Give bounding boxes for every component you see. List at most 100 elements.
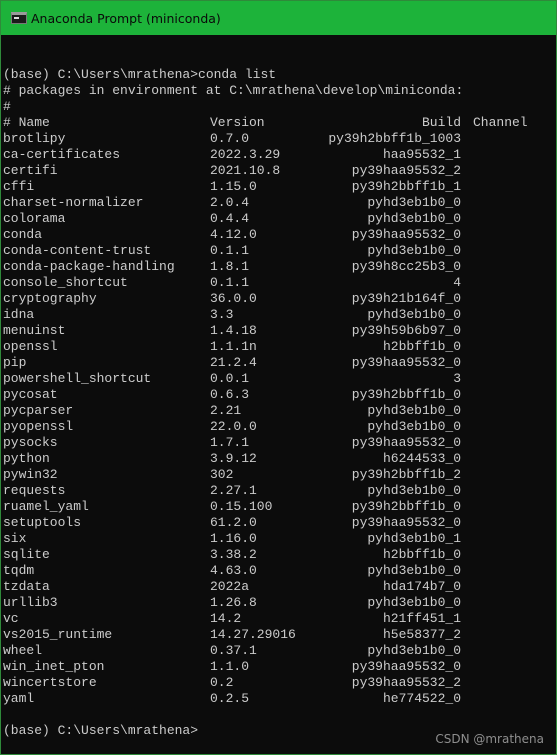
terminal-window: Anaconda Prompt (miniconda) (base) C:\Us… [0,0,557,755]
package-name: openssl [3,339,58,354]
package-row: tqdm 4.63.0 pyhd3eb1b0_0 [3,563,553,579]
package-build: pyhd3eb1b0_0 [367,195,461,210]
package-build: py39haa95532_2 [351,163,461,178]
package-row: yaml 0.2.5 he774522_0 [3,691,553,707]
package-name: win_inet_pton [3,659,105,674]
package-version: 0.1.1 [210,243,250,258]
package-version: 1.4.18 [210,323,257,338]
package-version: 2022a [210,579,250,594]
package-build: py39haa95532_0 [351,355,461,370]
package-row: brotlipy 0.7.0 py39h2bbff1b_1003 [3,131,553,147]
package-version: 1.15.0 [210,179,257,194]
package-row: cryptography 36.0.0 py39h21b164f_0 [3,291,553,307]
package-name: brotlipy [3,131,66,146]
package-version: 0.37.1 [210,643,257,658]
package-row: vs2015_runtime 14.27.29016 h5e58377_2 [3,627,553,643]
package-build: 4 [453,275,461,290]
package-name: urllib3 [3,595,58,610]
package-build: py39h21b164f_0 [351,291,461,306]
package-version: 1.16.0 [210,531,257,546]
package-version: 3.9.12 [210,451,257,466]
package-version: 4.12.0 [210,227,257,242]
package-build: py39h2bbff1b_1 [351,179,461,194]
package-row: setuptools 61.2.0 py39haa95532_0 [3,515,553,531]
package-row: six 1.16.0 pyhd3eb1b0_1 [3,531,553,547]
package-build: py39haa95532_2 [351,675,461,690]
package-name: tzdata [3,579,50,594]
package-build: py39h2bbff1b_2 [351,467,461,482]
package-name: pyopenssl [3,419,74,434]
package-name: ca-certificates [3,147,121,162]
package-row: conda 4.12.0 py39haa95532_0 [3,227,553,243]
package-name: cffi [3,179,35,194]
package-build: h2bbff1b_0 [382,339,461,354]
package-name: idna [3,307,35,322]
title-bar[interactable]: Anaconda Prompt (miniconda) [1,1,556,35]
package-build: pyhd3eb1b0_0 [367,243,461,258]
package-build: he774522_0 [382,691,461,706]
package-row: certifi 2021.10.8 py39haa95532_2 [3,163,553,179]
package-row: wincertstore 0.2 py39haa95532_2 [3,675,553,691]
environment-line: # packages in environment at C:\mrathena… [3,83,464,98]
package-name: console_shortcut [3,275,128,290]
package-build: py39haa95532_0 [351,435,461,450]
package-build: py39h59b6b97_0 [351,323,461,338]
package-name: pywin32 [3,467,58,482]
package-version: 1.26.8 [210,595,257,610]
package-build: py39h2bbff1b_0 [351,499,461,514]
package-name: powershell_shortcut [3,371,152,386]
package-row: menuinst 1.4.18 py39h59b6b97_0 [3,323,553,339]
package-name: wheel [3,643,43,658]
package-build: pyhd3eb1b0_0 [367,483,461,498]
package-name: sqlite [3,547,50,562]
header-name: # Name [3,115,50,130]
package-name: certifi [3,163,58,178]
package-version: 2021.10.8 [210,163,281,178]
package-name: python [3,451,50,466]
package-build: h6244533_0 [382,451,461,466]
package-row: cffi 1.15.0 py39h2bbff1b_1 [3,179,553,195]
package-row: pycosat 0.6.3 py39h2bbff1b_0 [3,387,553,403]
package-name: pycparser [3,403,74,418]
package-row: console_shortcut 0.1.1 4 [3,275,553,291]
window-title: Anaconda Prompt (miniconda) [31,10,221,26]
package-version: 302 [210,467,234,482]
package-version: 1.8.1 [210,259,250,274]
package-version: 0.15.100 [210,499,273,514]
package-build: pyhd3eb1b0_0 [367,563,461,578]
package-version: 2.21 [210,403,242,418]
package-name: requests [3,483,66,498]
header-channel: Channel [473,115,528,130]
hash-line: # [3,99,11,114]
watermark: CSDN @mrathena [435,732,544,746]
package-row: pip 21.2.4 py39haa95532_0 [3,355,553,371]
package-name: charset-normalizer [3,195,144,210]
header-build: Build [421,115,461,130]
package-name: pip [3,355,27,370]
package-row: sqlite 3.38.2 h2bbff1b_0 [3,547,553,563]
package-name: six [3,531,27,546]
package-build: py39haa95532_0 [351,227,461,242]
package-name: yaml [3,691,35,706]
package-build: pyhd3eb1b0_1 [367,531,461,546]
package-version: 21.2.4 [210,355,257,370]
package-version: 3.3 [210,307,234,322]
package-name: vc [3,611,19,626]
package-build: 3 [453,371,461,386]
package-build: h21ff451_1 [382,611,461,626]
package-build: py39h2bbff1b_0 [351,387,461,402]
package-version: 0.2 [210,675,234,690]
package-row: win_inet_pton 1.1.0 py39haa95532_0 [3,659,553,675]
package-build: py39h2bbff1b_1003 [328,131,461,146]
package-name: conda [3,227,43,242]
package-name: pycosat [3,387,58,402]
command-line: (base) C:\Users\mrathena>conda list [3,67,277,82]
package-version: 36.0.0 [210,291,257,306]
package-build: pyhd3eb1b0_0 [367,595,461,610]
package-version: 2.27.1 [210,483,257,498]
package-name: setuptools [3,515,82,530]
package-version: 4.63.0 [210,563,257,578]
console-output[interactable]: (base) C:\Users\mrathena>conda list # pa… [3,51,553,739]
